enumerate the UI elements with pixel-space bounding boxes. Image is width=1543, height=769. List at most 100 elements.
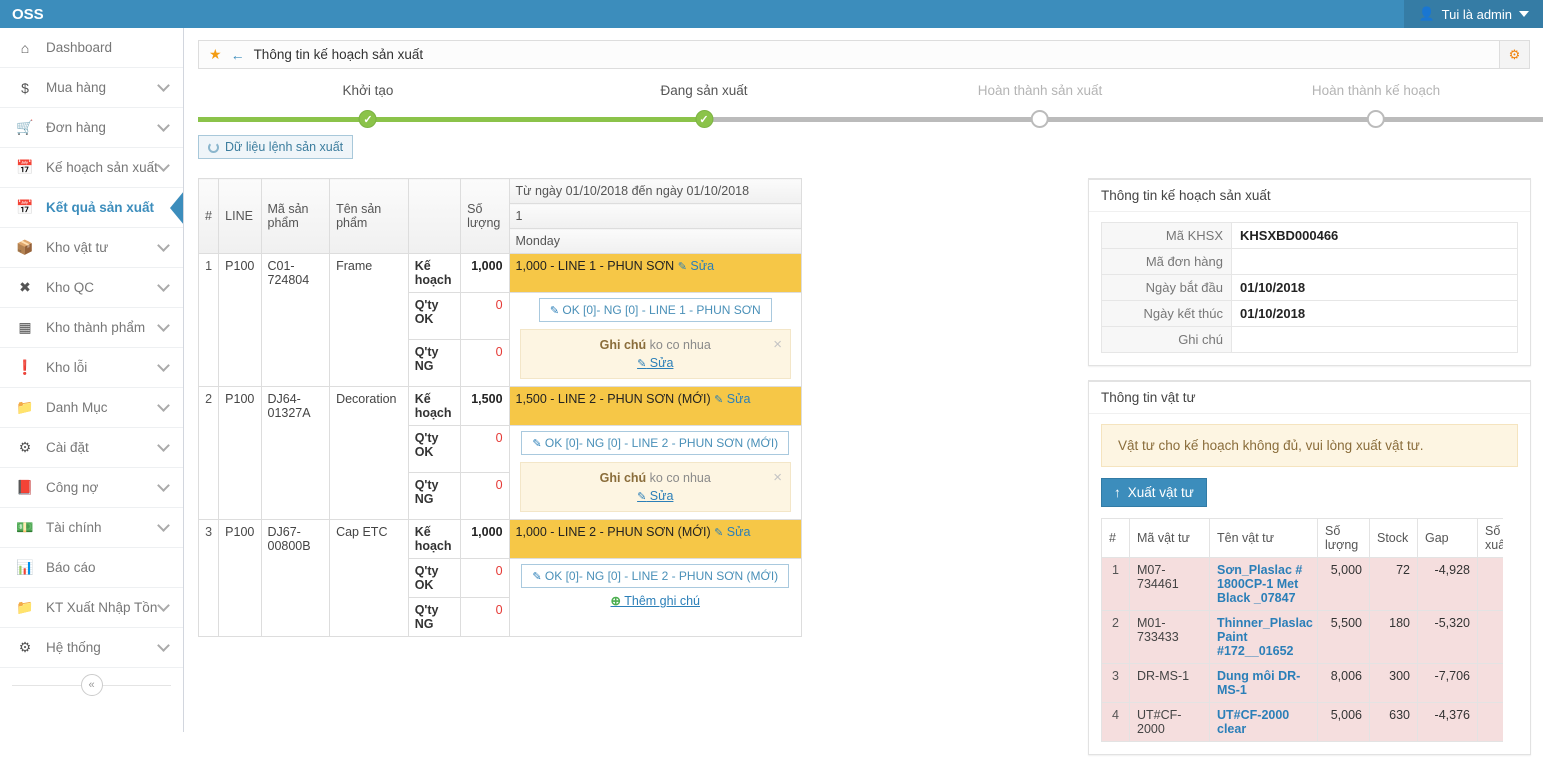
material-panel-body: Vật tư cho kế hoạch không đủ, vui lòng x… bbox=[1089, 414, 1530, 754]
cell-plan-detail[interactable]: 1,000 - LINE 1 - PHUN SƠN ✎ Sửa bbox=[508, 253, 802, 293]
sidebar: ⌂ Dashboard $ Mua hàng 🛒 Đơn hàng 📅 Kế hoạch sả… bbox=[0, 28, 184, 732]
sidebar-item-15[interactable]: ⚙ Hệ thống bbox=[0, 628, 183, 668]
plan-detail-text: 1,000 - LINE 2 - PHUN SƠN (MỚI) bbox=[515, 525, 711, 539]
upload-arrow-icon: ↑ bbox=[1114, 485, 1121, 500]
cell-kind-ng: Q'ty NG bbox=[407, 339, 462, 387]
cell-plan-qty: 1,000 bbox=[460, 253, 510, 293]
sidebar-item-13[interactable]: 📊 Báo cáo bbox=[0, 548, 183, 588]
mat-cell-stock: 630 bbox=[1369, 702, 1418, 742]
chevron-down-icon bbox=[157, 439, 170, 452]
production-order-data-label: Dữ liệu lệnh sản xuất bbox=[225, 140, 344, 154]
star-icon[interactable]: ★ bbox=[209, 46, 222, 63]
sidebar-item-9[interactable]: 📁 Danh Mục bbox=[0, 388, 183, 428]
cell-ng-qty: 0 bbox=[460, 597, 510, 637]
plan-info-panel-body: Mã KHSX KHSXBD000466 Mã đơn hàng Ngày bắt đ… bbox=[1089, 212, 1530, 365]
sidebar-item-11[interactable]: 📕 Công nợ bbox=[0, 468, 183, 508]
sidebar-item-10[interactable]: ⚙ Cài đặt bbox=[0, 428, 183, 468]
chevron-down-icon bbox=[157, 519, 170, 532]
mat-name-link[interactable]: Sơn_Plaslac # 1800CP-1 Met Black _07847 bbox=[1217, 563, 1302, 605]
stepper-step-2[interactable]: Hoàn thành sản xuất bbox=[978, 83, 1102, 128]
sidebar-item-1[interactable]: $ Mua hàng bbox=[0, 68, 183, 108]
folder-icon: 📁 bbox=[16, 599, 34, 615]
export-material-button[interactable]: ↑ Xuất vật tư bbox=[1101, 478, 1207, 507]
sidebar-item-label: Kho QC bbox=[46, 280, 95, 295]
close-icon[interactable]: × bbox=[773, 336, 782, 353]
mat-col-gap: Gap bbox=[1417, 518, 1478, 558]
plan-table-body: 1 P100 C01-724804 Frame Kế hoạch 1,000 1,000 -… bbox=[198, 253, 802, 637]
edit-plan-link[interactable]: Sửa bbox=[690, 259, 714, 273]
material-header-row: # Mã vật tư Tên vật tư Số lượng Stock Ga… bbox=[1101, 518, 1503, 558]
note-text: ko co nhua bbox=[649, 338, 711, 352]
cell-plan-detail[interactable]: 1,500 - LINE 2 - PHUN SƠN (MỚI) ✎ Sửa bbox=[508, 386, 802, 426]
mat-col-qty: Số lượng bbox=[1317, 518, 1370, 558]
page-title: Thông tin kế hoạch sản xuất bbox=[253, 47, 424, 62]
folder-icon: 📁 bbox=[16, 399, 34, 415]
sidebar-item-label: Kho vật tư bbox=[46, 240, 109, 255]
arrow-left-icon[interactable]: ← bbox=[231, 47, 245, 63]
mat-cell-qty: 5,006 bbox=[1317, 702, 1370, 742]
cell-product-name: Decoration bbox=[329, 386, 409, 520]
stepper-track-filled bbox=[198, 117, 704, 122]
mat-cell-code: M01-733433 bbox=[1129, 610, 1210, 664]
sidebar-item-0[interactable]: ⌂ Dashboard bbox=[0, 28, 183, 68]
plan-table-scroll[interactable]: # LINE Mã sản phẩm Tên sản phẩm Số lượng… bbox=[198, 178, 802, 760]
sidebar-item-label: Kết quả sản xuất bbox=[46, 200, 155, 215]
plan-table: # LINE Mã sản phẩm Tên sản phẩm Số lượng… bbox=[198, 178, 802, 637]
cell-plan-detail[interactable]: 1,000 - LINE 2 - PHUN SƠN (MỚI) ✎ Sửa bbox=[508, 519, 802, 559]
close-icon[interactable]: × bbox=[773, 469, 782, 486]
mat-name-link[interactable]: Thinner_Plaslac Paint #172__01652 bbox=[1217, 616, 1313, 658]
empty-circle-icon bbox=[1031, 110, 1049, 128]
sidebar-item-label: Công nợ bbox=[46, 480, 99, 495]
chevron-down-icon bbox=[157, 479, 170, 492]
edit-plan-link[interactable]: Sửa bbox=[727, 392, 751, 406]
cell-kind-plan: Kế hoạch bbox=[407, 253, 462, 293]
add-note-link[interactable]: ⊕ Thêm ghi chú bbox=[516, 593, 795, 608]
stepper-step-0[interactable]: Khởi tạo ✓ bbox=[343, 83, 393, 128]
mat-cell-name: Sơn_Plaslac # 1800CP-1 Met Black _07847 bbox=[1209, 557, 1318, 611]
sidebar-item-8[interactable]: ❗ Kho lỗi bbox=[0, 348, 183, 388]
mat-cell-extra bbox=[1477, 702, 1503, 742]
dollar-icon: $ bbox=[21, 79, 29, 96]
cell-line: P100 bbox=[218, 253, 262, 387]
material-table-scroll[interactable]: # Mã vật tư Tên vật tư Số lượng Stock Ga… bbox=[1101, 518, 1503, 742]
page-header-bar: ★ ← Thông tin kế hoạch sản xuất ⚙ bbox=[198, 40, 1530, 69]
material-table: # Mã vật tư Tên vật tư Số lượng Stock Ga… bbox=[1101, 518, 1503, 742]
mat-cell-qty: 5,000 bbox=[1317, 557, 1370, 611]
sidebar-item-6[interactable]: ✖ Kho QC bbox=[0, 268, 183, 308]
cell-kind-ok: Q'ty OK bbox=[407, 425, 462, 473]
grid-icon: ▦ bbox=[18, 319, 32, 335]
sidebar-item-label: Kho lỗi bbox=[46, 360, 88, 375]
mat-col-stock: Stock bbox=[1369, 518, 1418, 558]
result-ok-ng-button[interactable]: ✎ OK [0]- NG [0] - LINE 2 - PHUN SƠN (MỚ… bbox=[521, 564, 790, 588]
stepper-step-1[interactable]: Đang sản xuất ✓ bbox=[660, 83, 748, 128]
info-key: Mã KHSX bbox=[1101, 222, 1232, 249]
sidebar-item-12[interactable]: 💵 Tài chính bbox=[0, 508, 183, 548]
cell-kind-plan: Kế hoạch bbox=[407, 519, 462, 559]
app-logo[interactable]: OSS bbox=[0, 0, 184, 28]
sidebar-item-3[interactable]: 📅 Kế hoạch sản xuất bbox=[0, 148, 183, 188]
sidebar-item-7[interactable]: ▦ Kho thành phẩm bbox=[0, 308, 183, 348]
mat-name-link[interactable]: Dung môi DR-MS-1 bbox=[1217, 669, 1300, 697]
sidebar-item-4[interactable]: 📅 Kết quả sản xuất bbox=[0, 188, 183, 228]
mat-cell-extra bbox=[1477, 557, 1503, 611]
result-ok-ng-button[interactable]: ✎ OK [0]- NG [0] - LINE 1 - PHUN SƠN bbox=[538, 298, 772, 322]
sidebar-collapse-button[interactable]: « bbox=[80, 674, 103, 696]
mat-cell-qty: 5,500 bbox=[1317, 610, 1370, 664]
mat-cell-stock: 300 bbox=[1369, 663, 1418, 703]
cell-product-code: DJ67-00800B bbox=[260, 519, 331, 637]
user-menu[interactable]: 👤 Tui là admin bbox=[1404, 0, 1543, 28]
production-order-data-button[interactable]: Dữ liệu lệnh sản xuất bbox=[198, 135, 354, 159]
stepper-step-3[interactable]: Hoàn thành kế hoạch bbox=[1312, 83, 1440, 128]
edit-note-link[interactable]: ✎ Sửa bbox=[531, 489, 780, 503]
sidebar-item-14[interactable]: 📁 KT Xuất Nhập Tồn bbox=[0, 588, 183, 628]
mat-cell-index: 1 bbox=[1101, 557, 1130, 611]
sidebar-item-5[interactable]: 📦 Kho vật tư bbox=[0, 228, 183, 268]
sidebar-item-2[interactable]: 🛒 Đơn hàng bbox=[0, 108, 183, 148]
page-settings-gear-icon[interactable]: ⚙ bbox=[1499, 41, 1529, 68]
edit-plan-link[interactable]: Sửa bbox=[727, 525, 751, 539]
cell-product-name: Frame bbox=[329, 253, 409, 387]
check-icon: ✓ bbox=[695, 110, 713, 128]
result-ok-ng-button[interactable]: ✎ OK [0]- NG [0] - LINE 2 - PHUN SƠN (MỚ… bbox=[521, 431, 790, 455]
main-columns: # LINE Mã sản phẩm Tên sản phẩm Số lượng… bbox=[185, 178, 1543, 760]
edit-note-link[interactable]: ✎ Sửa bbox=[531, 356, 780, 370]
